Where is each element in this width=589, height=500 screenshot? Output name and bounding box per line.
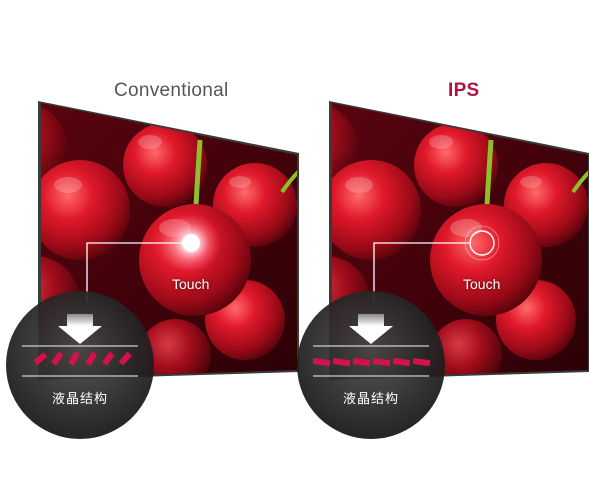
conventional-panel [6, 101, 299, 439]
conventional-title: Conventional [114, 80, 229, 101]
touch-label-conventional: Touch [172, 276, 210, 292]
ips-title: IPS [448, 80, 480, 101]
touch-label-ips: Touch [463, 276, 501, 292]
structure-label-conventional: 液晶结构 [52, 391, 109, 406]
structure-label-ips: 液晶结构 [343, 391, 400, 406]
structure-disc [6, 291, 154, 439]
ips-panel [297, 101, 589, 439]
